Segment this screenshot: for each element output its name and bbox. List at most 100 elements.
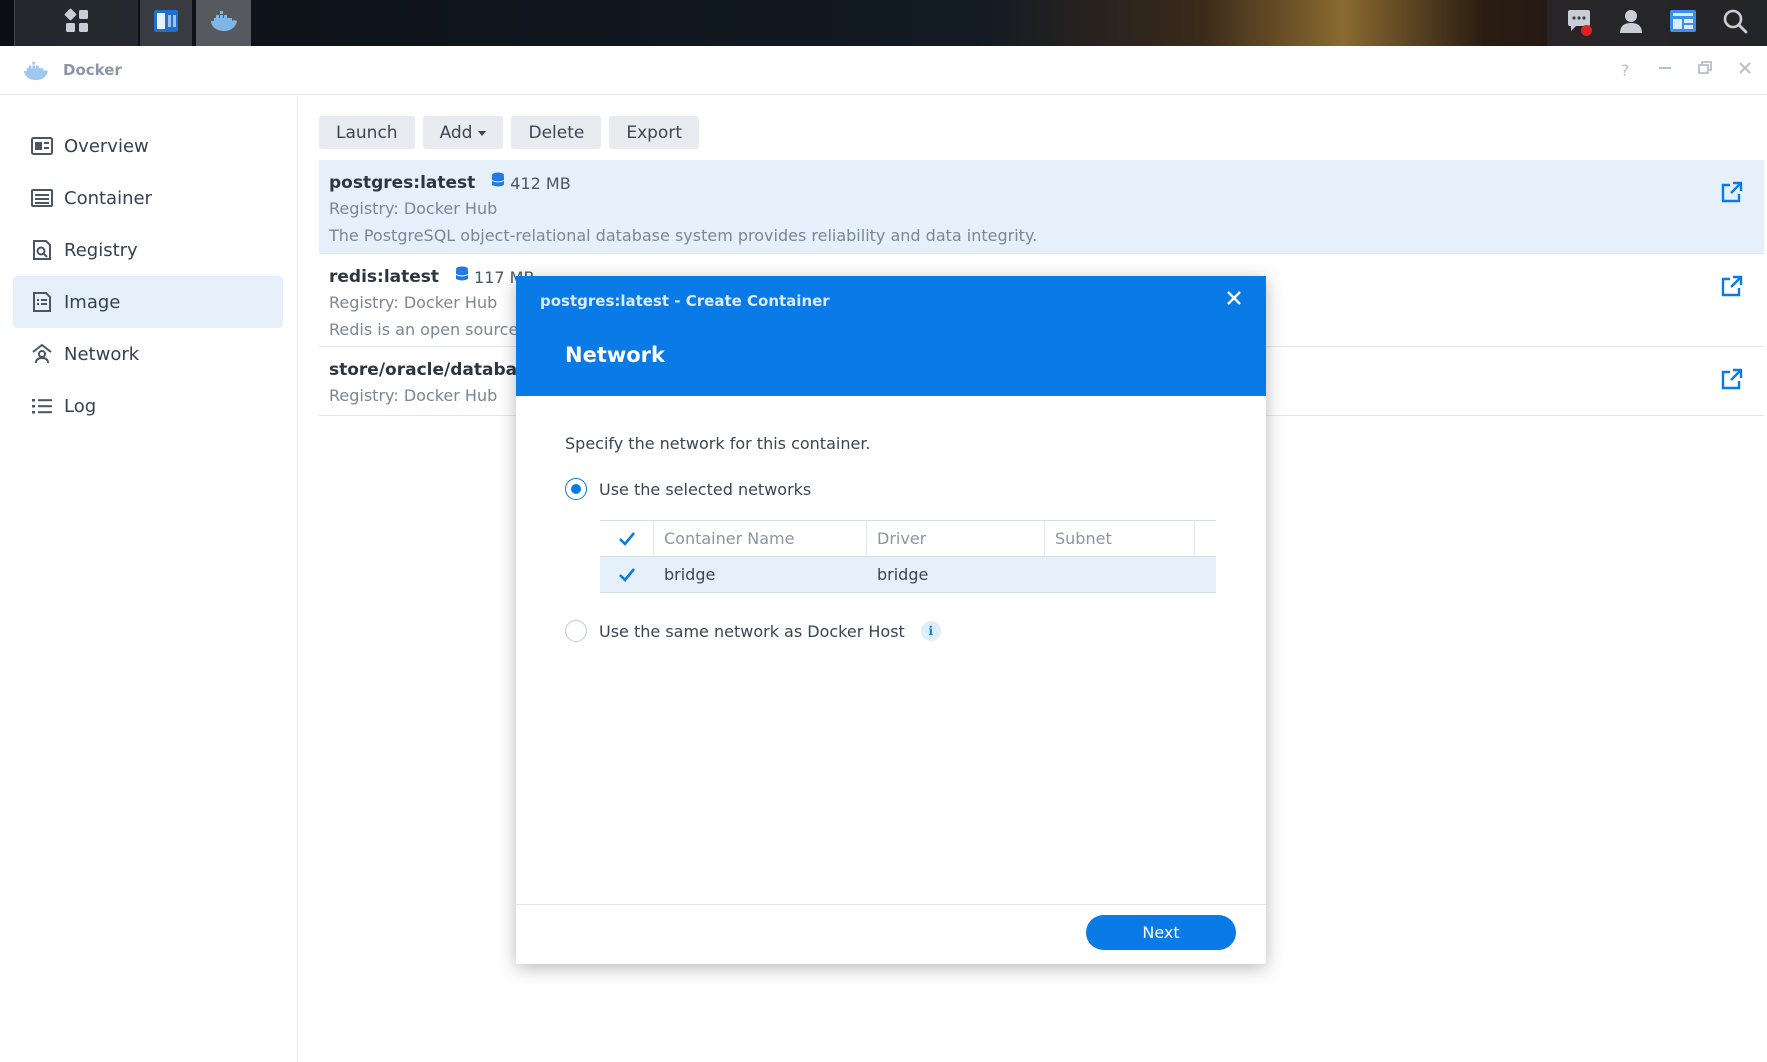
restore-button[interactable] [1689, 58, 1721, 82]
toolbar: Launch Add Delete Export [319, 116, 699, 149]
database-icon [455, 266, 469, 288]
taskbar-app-docker[interactable] [196, 0, 251, 46]
add-button[interactable]: Add [422, 116, 504, 149]
close-icon [1737, 60, 1753, 80]
sidebar-item-image[interactable]: Image [13, 276, 283, 328]
main-menu-button[interactable] [14, 0, 138, 46]
add-label: Add [439, 122, 473, 143]
dialog-footer-divider [516, 904, 1266, 905]
delete-button[interactable]: Delete [511, 116, 602, 149]
export-label: Export [626, 122, 682, 143]
notification-dot [1581, 25, 1592, 36]
launch-label: Launch [336, 122, 398, 143]
table-row[interactable]: bridge bridge [600, 557, 1216, 593]
registry-icon [30, 238, 54, 262]
window-titlebar: Docker ? [0, 46, 1767, 95]
search-icon [1722, 8, 1748, 38]
launch-button[interactable]: Launch [319, 116, 415, 149]
cell-subnet [1045, 557, 1195, 592]
restore-icon [1697, 60, 1713, 80]
minimize-icon [1657, 60, 1673, 80]
user-button[interactable] [1614, 6, 1648, 40]
open-external-button[interactable] [1720, 275, 1744, 301]
sidebar-item-label: Network [64, 343, 140, 365]
sidebar-item-label: Container [64, 187, 152, 209]
row-checkbox-cell [600, 557, 654, 592]
user-icon [1618, 8, 1644, 38]
use-host-network-option[interactable]: Use the same network as Docker Host i [565, 620, 941, 642]
external-link-icon [1721, 181, 1743, 207]
sidebar: Overview Container Registry Image Networ… [0, 96, 298, 1062]
dialog-title: postgres:latest - Create Container [540, 292, 830, 310]
image-name: store/oracle/databa [329, 360, 518, 380]
radio-host-network[interactable] [565, 620, 587, 642]
widgets-icon [1669, 8, 1697, 38]
external-link-icon [1721, 275, 1743, 301]
create-container-dialog: postgres:latest - Create Container Netwo… [516, 276, 1266, 964]
instruction-text: Specify the network for this container. [565, 434, 871, 453]
image-icon [30, 290, 54, 314]
widgets-button[interactable] [1666, 6, 1700, 40]
list-item[interactable]: postgres:latest 412 MB Registry: Docker … [319, 160, 1764, 254]
option-label: Use the same network as Docker Host [599, 621, 905, 641]
sidebar-item-log[interactable]: Log [13, 380, 283, 432]
dialog-body: Specify the network for this container. … [565, 434, 1225, 642]
dialog-close-button[interactable] [1222, 288, 1246, 312]
column-header-subnet[interactable]: Subnet [1045, 521, 1195, 556]
taskbar-app-file-station[interactable] [140, 0, 192, 46]
delete-label: Delete [528, 122, 585, 143]
help-icon: ? [1620, 60, 1630, 80]
open-external-button[interactable] [1720, 368, 1744, 394]
image-size: 412 MB [491, 172, 571, 194]
database-icon [491, 172, 505, 194]
cell-driver: bridge [877, 565, 929, 584]
sidebar-item-network[interactable]: Network [13, 328, 283, 380]
container-icon [30, 186, 54, 210]
use-selected-networks-option[interactable]: Use the selected networks [565, 478, 811, 500]
column-header-driver[interactable]: Driver [867, 521, 1045, 556]
open-external-button[interactable] [1720, 181, 1744, 207]
column-header-name[interactable]: Container Name [654, 521, 867, 556]
sidebar-item-label: Registry [64, 239, 138, 261]
dialog-header: postgres:latest - Create Container Netwo… [516, 276, 1266, 396]
log-icon [30, 394, 54, 418]
image-registry: Registry: Docker Hub [329, 199, 498, 218]
radio-selected-networks[interactable] [565, 478, 587, 500]
chevron-down-icon [478, 131, 487, 136]
window-title: Docker [63, 61, 122, 79]
table-header: Container Name Driver Subnet [600, 521, 1216, 557]
sidebar-item-container[interactable]: Container [13, 172, 283, 224]
docker-logo-icon [22, 60, 50, 86]
next-button[interactable]: Next [1086, 915, 1236, 950]
sidebar-item-label: Overview [64, 135, 149, 157]
export-button[interactable]: Export [609, 116, 699, 149]
close-icon [1226, 290, 1242, 310]
image-description: The PostgreSQL object-relational databas… [329, 226, 1038, 245]
image-name: redis:latest [329, 267, 440, 287]
notifications-button[interactable] [1562, 6, 1596, 40]
sidebar-item-overview[interactable]: Overview [13, 120, 283, 172]
option-label: Use the selected networks [599, 479, 812, 499]
search-button[interactable] [1718, 6, 1752, 40]
file-station-icon [152, 7, 180, 39]
image-size-value: 412 MB [510, 173, 571, 193]
info-icon[interactable]: i [920, 621, 941, 641]
sidebar-item-label: Image [64, 291, 121, 313]
grid-icon [64, 8, 90, 38]
row-checkbox[interactable] [617, 564, 638, 585]
minimize-button[interactable] [1649, 58, 1681, 82]
sidebar-item-registry[interactable]: Registry [13, 224, 283, 276]
window-controls: ? [1609, 58, 1761, 82]
docker-icon [209, 9, 239, 37]
network-icon [30, 342, 54, 366]
image-name: postgres:latest [329, 173, 476, 193]
help-button[interactable]: ? [1609, 58, 1641, 82]
close-window-button[interactable] [1729, 58, 1761, 82]
network-table: Container Name Driver Subnet bridge brid… [600, 520, 1216, 593]
overview-icon [30, 134, 54, 158]
select-all-checkbox[interactable] [616, 528, 637, 549]
header-checkbox-cell [600, 521, 654, 556]
external-link-icon [1721, 368, 1743, 394]
taskbar [0, 0, 1767, 46]
dialog-step-title: Network [565, 343, 666, 367]
